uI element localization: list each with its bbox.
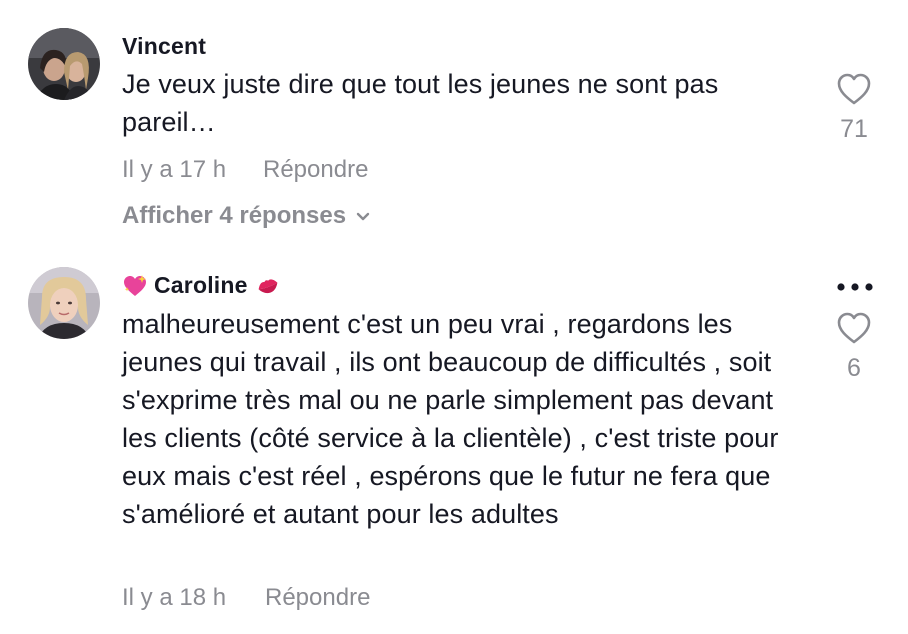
reply-button[interactable]: Répondre	[263, 156, 368, 184]
user-avatar-photo-icon	[28, 28, 100, 100]
more-options-button[interactable]	[836, 280, 874, 298]
view-replies-label: Afficher 4 réponses	[122, 202, 347, 229]
sparkling-heart-emoji-icon	[124, 274, 146, 296]
heart-outline-icon	[837, 73, 871, 105]
like-button[interactable]	[836, 72, 872, 111]
avatar[interactable]	[28, 28, 100, 100]
reply-button[interactable]: Répondre	[265, 584, 370, 612]
comment-text: malheureusement c'est un peu vrai , rega…	[122, 309, 779, 529]
comment-username-text: Caroline	[154, 272, 248, 298]
like-count: 71	[840, 115, 868, 143]
comment-text: Je veux juste dire que tout les jeunes n…	[122, 69, 719, 137]
view-replies-button[interactable]: Afficher 4 réponses	[122, 202, 372, 230]
comment-username[interactable]: Vincent	[122, 33, 206, 60]
comment-timestamp: Il y a 18 h	[122, 584, 227, 611]
comment-timestamp: Il y a 17 h	[122, 156, 227, 183]
comment-username[interactable]: Caroline	[122, 272, 280, 299]
like-button[interactable]	[836, 311, 872, 350]
user-avatar-photo-icon	[28, 267, 100, 339]
more-options-icon	[837, 283, 873, 291]
kiss-mark-emoji-icon	[258, 278, 278, 293]
chevron-down-icon	[356, 212, 370, 221]
heart-outline-icon	[837, 312, 871, 344]
avatar[interactable]	[28, 267, 100, 339]
like-count: 6	[847, 354, 861, 382]
